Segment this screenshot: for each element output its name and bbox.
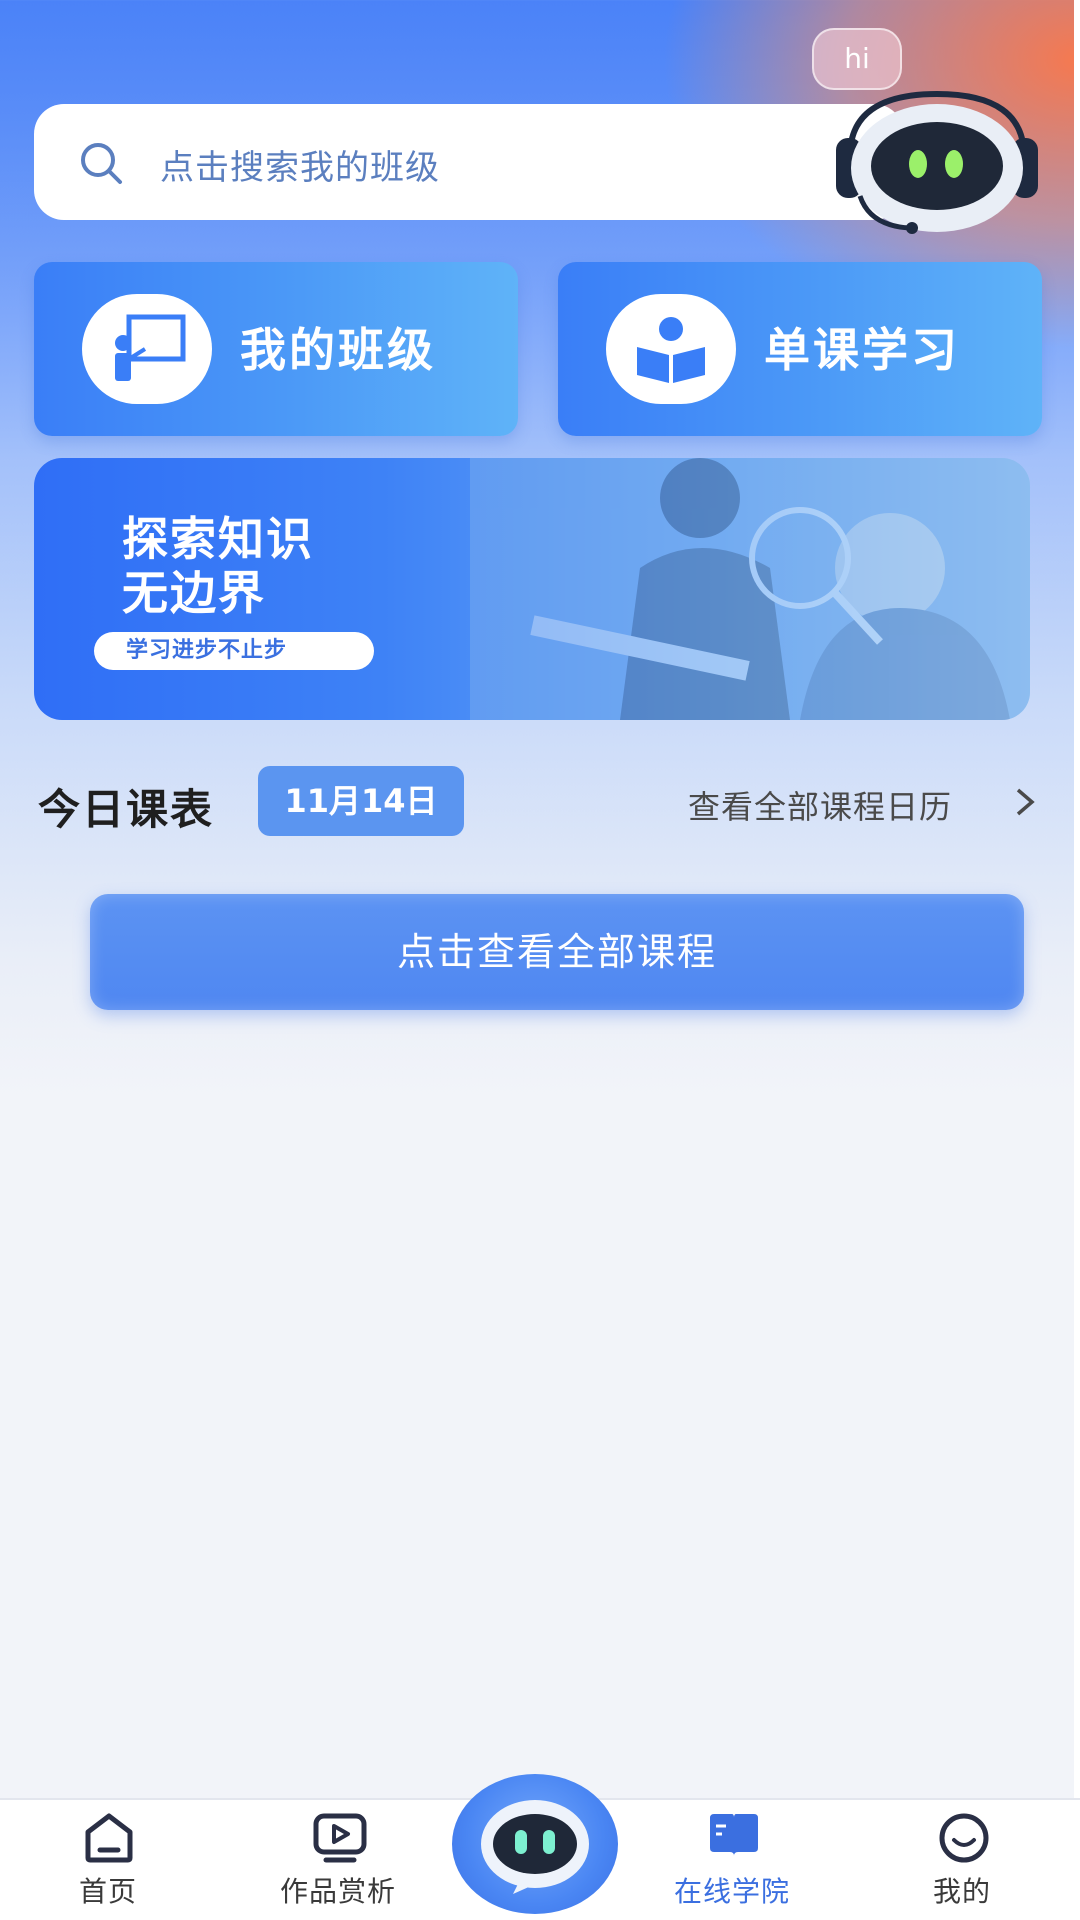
- video-play-icon: [313, 1813, 367, 1863]
- edge-strip: [1074, 0, 1080, 1920]
- date-badge: 11月14日: [258, 766, 464, 836]
- banner-title-line2: 无边界: [122, 566, 266, 620]
- tab-home[interactable]: 首页: [28, 1800, 188, 1920]
- banner-tagline: 学习进步不止步: [94, 632, 374, 670]
- course-calendar-link[interactable]: 查看全部课程日历: [688, 782, 952, 828]
- tab-online-academy[interactable]: 在线学院: [652, 1800, 812, 1920]
- banner-title-line1: 探索知识: [122, 512, 314, 566]
- classroom-teacher-icon: [115, 314, 186, 381]
- search-icon: [81, 143, 122, 184]
- greeting-bubble[interactable]: hi: [812, 28, 902, 90]
- robot-assistant-icon[interactable]: [830, 86, 1044, 238]
- tab-works-label: 作品赏析: [279, 1875, 396, 1908]
- search-placeholder: 点击搜索我的班级: [160, 148, 440, 188]
- home-icon: [85, 1813, 133, 1863]
- view-all-courses-button[interactable]: 点击查看全部课程: [90, 894, 1024, 1010]
- tab-online-academy-label: 在线学院: [673, 1875, 790, 1908]
- book-icon-circle: [606, 294, 736, 404]
- banner-title: 探索知识 无边界: [122, 512, 314, 620]
- search-bar[interactable]: 点击搜索我的班级: [34, 104, 904, 220]
- my-class-label: 我的班级: [240, 323, 436, 377]
- my-class-card[interactable]: 我的班级: [34, 262, 518, 436]
- tab-mine-label: 我的: [932, 1875, 991, 1908]
- single-lesson-card[interactable]: 单课学习: [558, 262, 1042, 436]
- single-lesson-label: 单课学习: [764, 323, 960, 377]
- tab-works[interactable]: 作品赏析: [258, 1800, 418, 1920]
- tab-mine[interactable]: 我的: [882, 1800, 1042, 1920]
- students-photo: [470, 458, 1030, 720]
- classroom-icon-circle: [82, 294, 212, 404]
- promo-banner[interactable]: 探索知识 无边界 学习进步不止步: [34, 458, 1030, 720]
- chevron-right-icon[interactable]: [1014, 786, 1036, 818]
- smile-profile-icon: [939, 1813, 989, 1863]
- tab-center-robot[interactable]: [452, 1774, 618, 1914]
- robot-center-icon: [481, 1800, 589, 1894]
- open-book-icon: [710, 1814, 758, 1856]
- schedule-title: 今日课表: [38, 785, 215, 834]
- tab-home-label: 首页: [78, 1875, 137, 1908]
- book-reader-icon: [637, 317, 705, 383]
